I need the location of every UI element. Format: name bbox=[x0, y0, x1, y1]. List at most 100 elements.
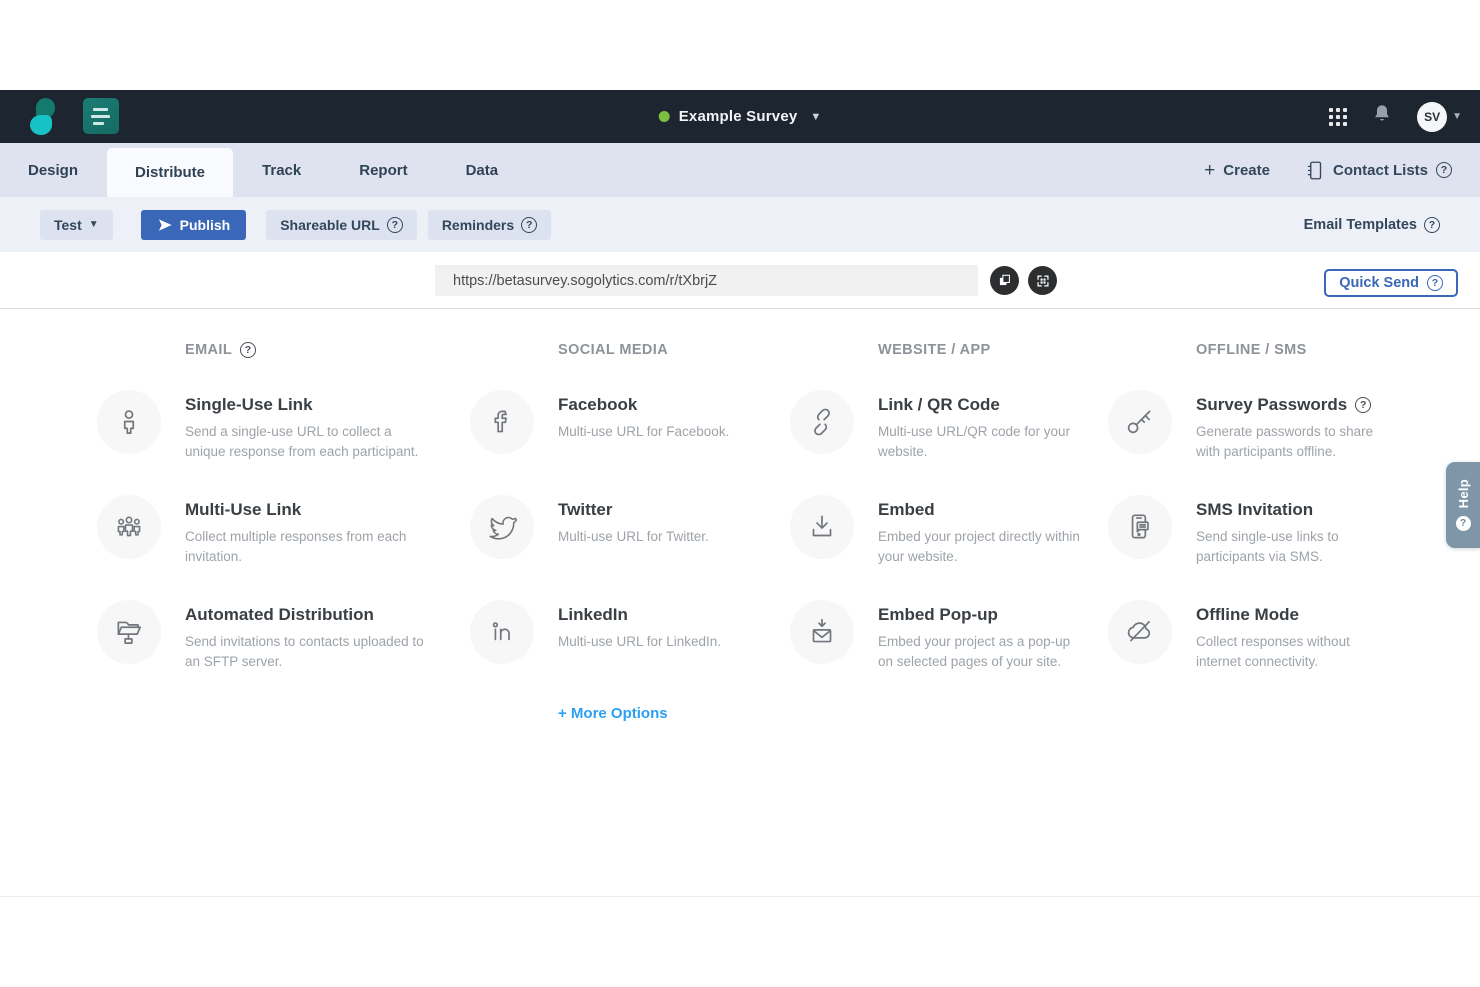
dist-item-title: LinkedIn bbox=[558, 605, 768, 625]
dist-item-title: Embed bbox=[878, 500, 1083, 520]
help-tab-label: Help bbox=[1456, 479, 1471, 508]
tab-design[interactable]: Design bbox=[0, 143, 107, 197]
dist-item-desc: Send a single-use URL to collect a uniqu… bbox=[185, 422, 425, 461]
help-icon[interactable]: ? bbox=[1436, 162, 1452, 178]
tab-report[interactable]: Report bbox=[330, 143, 436, 197]
dist-item-automated-distribution[interactable]: Automated Distribution Send invitations … bbox=[97, 600, 425, 666]
share-url-row: Quick Send ? bbox=[0, 252, 1480, 309]
tab-track[interactable]: Track bbox=[233, 143, 330, 197]
help-icon[interactable]: ? bbox=[1427, 275, 1443, 291]
column-header-label: WEBSITE / APP bbox=[878, 342, 991, 358]
apps-grid-icon[interactable] bbox=[1329, 108, 1347, 126]
survey-url-input[interactable] bbox=[435, 265, 978, 296]
dist-item-desc: Collect multiple responses from each inv… bbox=[185, 527, 425, 566]
column-social-media: SOCIAL MEDIA Facebook Multi-use URL for … bbox=[470, 342, 768, 723]
create-button[interactable]: + Create bbox=[1204, 161, 1270, 180]
quick-send-label: Quick Send bbox=[1339, 275, 1419, 291]
dist-item-desc: Multi-use URL/QR code for your website. bbox=[878, 422, 1083, 461]
chevron-down-icon: ▼ bbox=[1452, 111, 1462, 122]
dist-item-title: Embed Pop-up bbox=[878, 605, 1083, 625]
cloud-off-icon bbox=[1108, 600, 1172, 664]
content-divider bbox=[0, 896, 1480, 897]
column-header: EMAIL ? bbox=[185, 342, 425, 358]
shareable-url-button[interactable]: Shareable URL ? bbox=[266, 210, 417, 240]
publish-label: Publish bbox=[180, 217, 231, 233]
quick-send-button[interactable]: Quick Send ? bbox=[1324, 269, 1458, 297]
qr-code-button[interactable] bbox=[1028, 266, 1057, 295]
tab-distribute[interactable]: Distribute bbox=[107, 148, 233, 197]
embed-icon bbox=[790, 495, 854, 559]
dist-item-survey-passwords[interactable]: Survey Passwords ? Generate passwords to… bbox=[1108, 390, 1381, 456]
linkedin-icon bbox=[470, 600, 534, 664]
facebook-icon bbox=[470, 390, 534, 454]
survey-switcher[interactable]: Example Survey ▼ bbox=[659, 108, 822, 125]
dist-item-sms-invitation[interactable]: SMS Invitation Send single-use links to … bbox=[1108, 495, 1381, 561]
copy-icon bbox=[996, 272, 1013, 289]
tab-bar-actions: + Create Contact Lists ? bbox=[1204, 143, 1480, 197]
survey-name: Example Survey bbox=[679, 108, 798, 125]
dist-item-embed[interactable]: Embed Embed your project directly within… bbox=[790, 495, 1083, 561]
help-icon[interactable]: ? bbox=[240, 342, 256, 358]
project-menu-icon[interactable] bbox=[83, 98, 119, 134]
dist-item-title: Link / QR Code bbox=[878, 395, 1083, 415]
logo-drop-bottom bbox=[30, 115, 52, 135]
plus-icon: + bbox=[1204, 161, 1215, 180]
column-header: WEBSITE / APP bbox=[878, 342, 1083, 358]
survey-status-dot bbox=[659, 111, 670, 122]
dist-item-multi-use-link[interactable]: Multi-Use Link Collect multiple response… bbox=[97, 495, 425, 561]
help-tab[interactable]: Help ? bbox=[1446, 462, 1480, 548]
header-actions: SV ▼ bbox=[1329, 90, 1462, 143]
column-header-label: SOCIAL MEDIA bbox=[558, 342, 668, 358]
column-header-label: EMAIL bbox=[185, 342, 232, 358]
dist-item-title: Automated Distribution bbox=[185, 605, 425, 625]
publish-button[interactable]: Publish bbox=[141, 210, 247, 240]
help-icon[interactable]: ? bbox=[521, 217, 537, 233]
dist-item-title: SMS Invitation bbox=[1196, 500, 1381, 520]
email-templates-button[interactable]: Email Templates ? bbox=[1304, 217, 1440, 233]
dist-item-title: Multi-Use Link bbox=[185, 500, 425, 520]
notifications-bell-icon[interactable] bbox=[1371, 102, 1393, 131]
dist-item-title: Single-Use Link bbox=[185, 395, 425, 415]
dist-item-desc: Multi-use URL for LinkedIn. bbox=[558, 632, 768, 652]
help-icon[interactable]: ? bbox=[387, 217, 403, 233]
test-dropdown[interactable]: Test ▼ bbox=[40, 210, 113, 240]
send-icon bbox=[157, 218, 173, 232]
qr-code-icon bbox=[1035, 273, 1051, 289]
chevron-down-icon: ▼ bbox=[810, 111, 821, 123]
dist-item-desc: Generate passwords to share with partici… bbox=[1196, 422, 1381, 461]
contact-lists-button[interactable]: Contact Lists ? bbox=[1304, 159, 1452, 182]
shareable-url-label: Shareable URL bbox=[280, 217, 380, 233]
dist-item-title: Facebook bbox=[558, 395, 768, 415]
more-options-link[interactable]: + More Options bbox=[558, 705, 668, 722]
dist-item-facebook[interactable]: Facebook Multi-use URL for Facebook. bbox=[470, 390, 768, 456]
chevron-down-icon: ▼ bbox=[89, 219, 99, 230]
avatar: SV bbox=[1417, 102, 1447, 132]
user-menu[interactable]: SV ▼ bbox=[1417, 102, 1462, 132]
tab-data[interactable]: Data bbox=[437, 143, 528, 197]
top-header-bar: Example Survey ▼ SV ▼ bbox=[0, 90, 1480, 143]
dist-item-single-use-link[interactable]: Single-Use Link Send a single-use URL to… bbox=[97, 390, 425, 456]
dist-item-embed-popup[interactable]: Embed Pop-up Embed your project as a pop… bbox=[790, 600, 1083, 666]
app-window: Example Survey ▼ SV ▼ Design Distribute … bbox=[0, 0, 1480, 987]
dist-item-title-label: Survey Passwords bbox=[1196, 395, 1347, 415]
dist-item-offline-mode[interactable]: Offline Mode Collect responses without i… bbox=[1108, 600, 1381, 666]
dist-item-twitter[interactable]: Twitter Multi-use URL for Twitter. bbox=[470, 495, 768, 561]
column-website-app: WEBSITE / APP Link / QR Code Multi-use U… bbox=[790, 342, 1083, 705]
help-icon[interactable]: ? bbox=[1424, 217, 1440, 233]
sogolytics-logo-icon[interactable] bbox=[30, 96, 56, 138]
dist-item-desc: Multi-use URL for Facebook. bbox=[558, 422, 768, 442]
dist-item-title: Offline Mode bbox=[1196, 605, 1381, 625]
dist-item-desc: Send invitations to contacts uploaded to… bbox=[185, 632, 425, 671]
dist-item-desc: Send single-use links to participants vi… bbox=[1196, 527, 1381, 566]
copy-url-button[interactable] bbox=[990, 266, 1019, 295]
column-header-label: OFFLINE / SMS bbox=[1196, 342, 1307, 358]
help-icon: ? bbox=[1456, 516, 1471, 531]
column-offline-sms: OFFLINE / SMS Survey Passwords ? Generat… bbox=[1108, 342, 1381, 705]
dist-item-linkedin[interactable]: LinkedIn Multi-use URL for LinkedIn. bbox=[470, 600, 768, 666]
reminders-button[interactable]: Reminders ? bbox=[428, 210, 551, 240]
popup-envelope-icon bbox=[790, 600, 854, 664]
distribute-toolbar: Test ▼ Publish Shareable URL ? Reminders… bbox=[0, 197, 1480, 252]
dist-item-link-qr-code[interactable]: Link / QR Code Multi-use URL/QR code for… bbox=[790, 390, 1083, 456]
column-header: SOCIAL MEDIA bbox=[558, 342, 768, 358]
help-icon[interactable]: ? bbox=[1355, 397, 1371, 413]
